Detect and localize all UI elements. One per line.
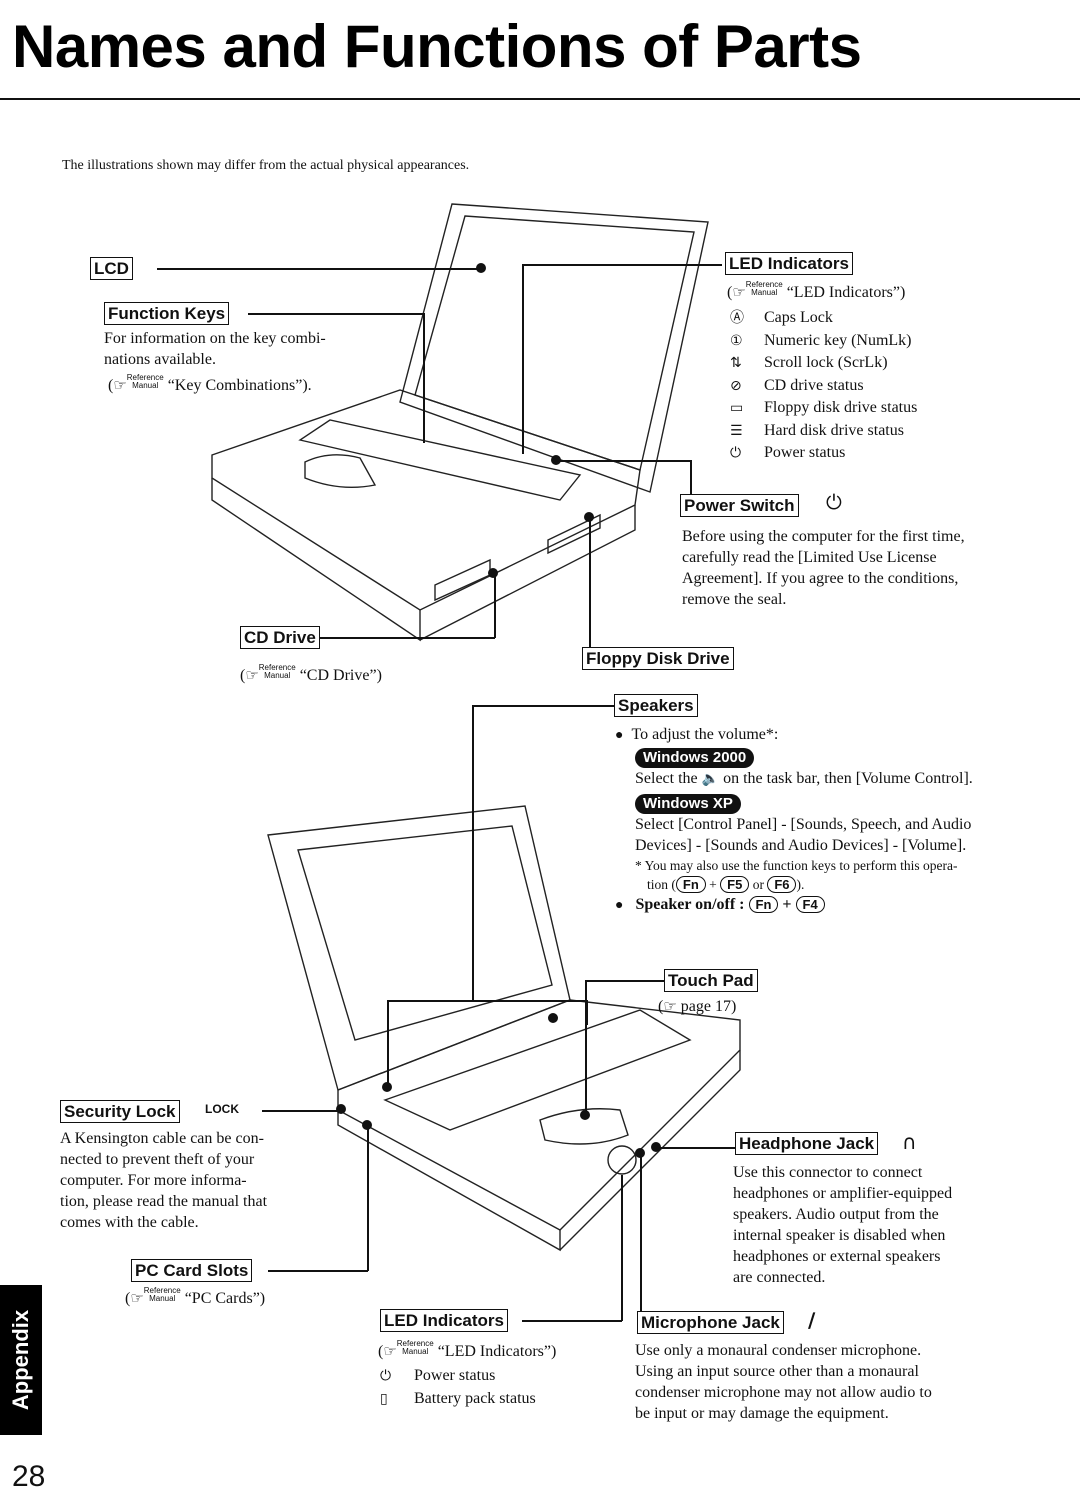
key-f6: F6 [767,876,797,893]
speakers-adjust: To adjust the volume*: [615,724,1065,746]
laptop-lid-bottom [267,805,571,1091]
section-tab-appendix: Appendix [0,1285,42,1435]
label-speakers: Speakers [614,694,698,717]
headphone-icon: ∩ [902,1130,917,1154]
speakers-winxp-line-2: Devices] - [Sounds and Audio Devices] - … [635,837,967,854]
pc-card-reference-text: “PC Cards”) [184,1290,266,1307]
leader-led-bottom [522,1320,622,1322]
led-bottom-list: ⏻ Power status ▯ Battery pack status [380,1365,536,1410]
key-fn: Fn [675,876,706,893]
pointer-speaker-right [548,1013,558,1023]
label-pc-card-slots: PC Card Slots [131,1259,253,1282]
pointing-hand-icon: ☞ [383,1344,397,1360]
power-status-icon: ⏻ [380,1368,392,1384]
leader-touch-pad [585,980,665,982]
leader-microphone-vertical [640,1153,642,1313]
badge-windows-2000: Windows 2000 [635,748,755,768]
leader-pc-card-vertical [367,1125,369,1271]
leader-headphone-jack [656,1147,736,1149]
label-led-indicators-bottom: LED Indicators [380,1309,508,1332]
badge-windows-xp: Windows XP [635,794,741,814]
battery-icon: ▯ [380,1390,388,1407]
label-security-lock: Security Lock [60,1100,180,1123]
leader-pc-card [268,1270,368,1272]
touch-pad-reference[interactable]: (☞ page 17) [658,996,736,1018]
lock-marking: LOCK [205,1102,239,1116]
led-bottom-reference[interactable]: (☞Reference Manual “LED Indicators”) [378,1340,556,1363]
laptop-base-bottom [337,999,741,1252]
security-lock-desc: A Kensington cable can be con- nected to… [60,1130,268,1231]
leader-security-lock [262,1110,340,1112]
label-touch-pad: Touch Pad [664,969,758,992]
leader-speakers [472,705,617,707]
pointer-speaker-left [382,1082,392,1092]
speakers-win2000-text: Select the 🔈 on the task bar, then [Volu… [635,770,973,787]
pointer-touch-pad [580,1110,590,1120]
leader-speakers-split [387,1000,587,1002]
speaker-on-off: Speaker on/off : Fn + F4 [615,894,1065,916]
microphone-icon: ∕ [808,1308,816,1332]
pc-card-reference[interactable]: (☞Reference Manual “PC Cards”) [125,1287,265,1310]
leader-speakers-left [387,1000,389,1085]
leader-led-bottom-vertical [621,1175,623,1321]
speakers-instructions: To adjust the volume*: Windows 2000 Sele… [615,724,1065,916]
leader-touch-pad-vertical [585,980,587,1115]
microphone-jack-desc: Use only a monaural condenser microphone… [635,1342,932,1422]
reference-manual-mark: Reference Manual [143,1286,181,1303]
key-f4: F4 [795,896,825,913]
label-microphone-jack: Microphone Jack [637,1311,784,1334]
headphone-jack-desc: Use this connector to connect headphones… [733,1164,953,1286]
pointing-hand-icon: ☞ [663,999,677,1015]
led-item-power-status: ⏻ Power status [380,1365,536,1388]
speakers-footnote-2: tion (Fn + F5 or F6). [647,876,805,893]
led-item-battery: ▯ Battery pack status [380,1388,536,1411]
speakers-winxp-line-1: Select [Control Panel] - [Sounds, Speech… [635,816,972,833]
touch-pad-reference-text: page 17) [680,998,737,1015]
key-f5: F5 [720,876,750,893]
pointing-hand-icon: ☞ [130,1291,144,1307]
page-number: 28 [12,1460,46,1493]
pointer-security-lock [336,1104,346,1114]
led-bottom-reference-text: “LED Indicators”) [437,1343,557,1360]
leader-speakers-vertical [472,705,474,1000]
volume-taskbar-icon: 🔈 [701,771,720,787]
key-fn: Fn [748,896,779,913]
reference-manual-mark: Reference Manual [396,1339,434,1356]
speakers-footnote-1: * You may also use the function keys to … [635,858,958,873]
label-headphone-jack: Headphone Jack [735,1132,879,1155]
